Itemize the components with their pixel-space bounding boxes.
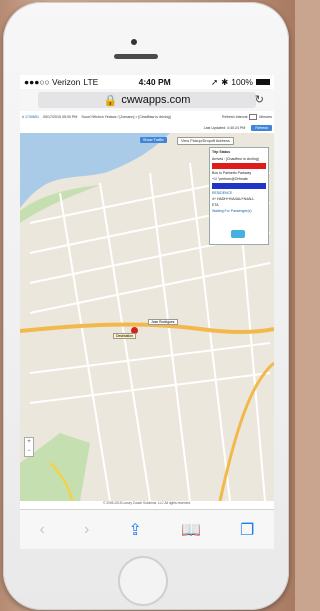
tabs-icon[interactable]: ❐ (240, 520, 254, 540)
url-domain: cwwapps.com (121, 94, 191, 106)
safari-toolbar: ‹ › ⇪ 📖 ❐ (20, 509, 274, 549)
river-water (20, 133, 170, 208)
iphone-device: ●●●○○ Verizon LTE 4:40 PM ➚ ✱ 100% 🔒 cww… (3, 2, 289, 610)
back-icon[interactable]: ‹ (40, 521, 45, 539)
zoom-in-button[interactable]: + (25, 438, 33, 447)
location-icon: ➚ (210, 76, 219, 87)
network-label: LTE (83, 77, 99, 87)
refresh-interval-select[interactable] (249, 114, 258, 120)
battery-icon (255, 79, 270, 85)
refresh-interval-unit: Minutes (259, 115, 272, 119)
last-updated: Last Updated: 4:40:24 PM (203, 125, 246, 130)
show-traffic-button[interactable]: Show Traffic (140, 137, 167, 143)
status-left: ●●●○○ Verizon LTE (24, 77, 98, 87)
lock-icon: 🔒 (103, 94, 118, 107)
url-field[interactable]: 🔒 cwwapps.com (38, 92, 256, 108)
home-button[interactable] (118, 556, 168, 606)
carrier-label: ●●●○○ Verizon (24, 77, 81, 87)
reload-icon[interactable]: ↻ (255, 93, 264, 106)
refresh-button[interactable]: Refresh (251, 124, 272, 131)
address-bar: 🔒 cwwapps.com ↻ (20, 89, 274, 112)
pickup-heading-bar (212, 163, 266, 169)
battery-percent: 100% (231, 77, 253, 87)
arrived-status: Arrived : [Chauffeur is circling] (212, 157, 259, 161)
zoom-control: + − (24, 437, 34, 457)
update-row: Last Updated: 4:40:24 PM Refresh (20, 123, 274, 132)
eta-value: Waiting For Passenger(s) (212, 209, 252, 213)
bluetooth-icon: ✱ (221, 76, 229, 87)
phone-screen: ●●●○○ Verizon LTE 4:40 PM ➚ ✱ 100% 🔒 cww… (20, 75, 274, 549)
status-right: ➚ ✱ 100% (211, 77, 270, 88)
pickup-contact: +1/ "perform@OHmate (212, 177, 248, 181)
web-page: # 1730651 05/17/2015 05:00 PM Soon?/Wchc… (20, 111, 274, 509)
pickup-marker-label: Jose Rodriguez (148, 319, 178, 325)
refresh-interval-label: Refresh Interval (222, 115, 248, 119)
status-bar: ●●●○○ Verizon LTE 4:40 PM ➚ ✱ 100% (20, 75, 274, 89)
map-view[interactable]: Show Traffic View Pickup/Dropoff Address… (20, 133, 274, 501)
forward-icon[interactable]: › (84, 521, 89, 539)
record-id-link[interactable]: # 1730651 (22, 115, 39, 119)
trip-summary: Soon?/Wchcn Yedaux / [Jomann] > [Chadfla… (81, 115, 171, 119)
bookmarks-icon[interactable]: 📖 (181, 520, 201, 540)
copyright-footer: © 2005-2015 Luxury Coach Solutions, LLC … (103, 501, 191, 505)
dropoff-heading-bar (212, 183, 266, 189)
clock: 4:40 PM (138, 77, 171, 87)
view-pickup-button[interactable]: View Pickup/Dropoff Address (177, 137, 234, 145)
front-camera (131, 39, 137, 45)
share-icon[interactable]: ⇪ (128, 520, 141, 540)
highway (20, 322, 274, 334)
zoom-out-button[interactable]: − (25, 447, 33, 456)
refresh-interval: Refresh Interval Minutes (222, 114, 272, 120)
dropoff-marker-label: Destination (113, 333, 136, 339)
panel-title: Trip Status (212, 150, 231, 154)
car-icon (231, 230, 245, 238)
trip-datetime: 05/17/2015 05:00 PM (43, 115, 78, 119)
trip-header: # 1730651 05/17/2015 05:00 PM Soon?/Wchc… (20, 111, 274, 123)
earpiece-speaker (114, 54, 158, 59)
trip-status-panel: Trip Status Arrived : [Chauffeur is circ… (209, 147, 269, 245)
